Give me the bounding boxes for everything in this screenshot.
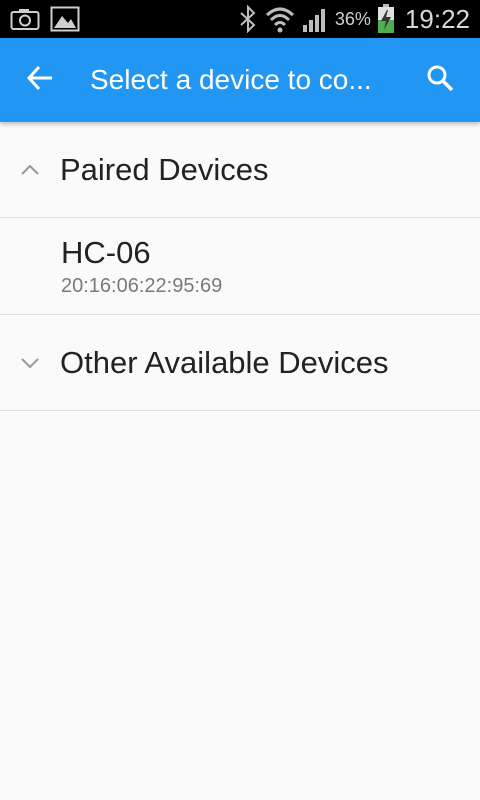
- back-button[interactable]: [0, 38, 80, 122]
- chevron-up-icon: [0, 164, 60, 176]
- signal-icon: [301, 5, 329, 33]
- status-clock: 19:22: [404, 3, 470, 34]
- battery-percent: 36%: [334, 8, 371, 29]
- camera-icon: [10, 7, 40, 31]
- list-item[interactable]: HC-06 20:16:06:22:95:69: [0, 218, 480, 315]
- device-list: Paired Devices HC-06 20:16:06:22:95:69 O…: [0, 122, 480, 800]
- section-title-paired: Paired Devices: [60, 151, 269, 187]
- battery-charging-icon: [377, 4, 395, 34]
- status-bar: 36% 19:22: [0, 0, 480, 38]
- status-indicators: 36% 19:22: [237, 4, 470, 35]
- app-bar: Select a device to co...: [0, 38, 480, 122]
- search-button[interactable]: [400, 38, 480, 122]
- search-icon: [425, 63, 455, 98]
- section-header-other[interactable]: Other Available Devices: [0, 315, 480, 411]
- status-notifications: [10, 6, 80, 32]
- section-title-other: Other Available Devices: [60, 344, 389, 380]
- wifi-icon: [265, 5, 295, 33]
- device-address: 20:16:06:22:95:69: [61, 274, 223, 297]
- gallery-icon: [50, 6, 80, 32]
- page-title: Select a device to co...: [90, 64, 372, 95]
- chevron-down-icon: [0, 357, 60, 369]
- section-header-paired[interactable]: Paired Devices: [0, 122, 480, 218]
- bluetooth-icon: [237, 5, 259, 33]
- device-name: HC-06: [61, 234, 151, 270]
- arrow-left-icon: [26, 64, 54, 97]
